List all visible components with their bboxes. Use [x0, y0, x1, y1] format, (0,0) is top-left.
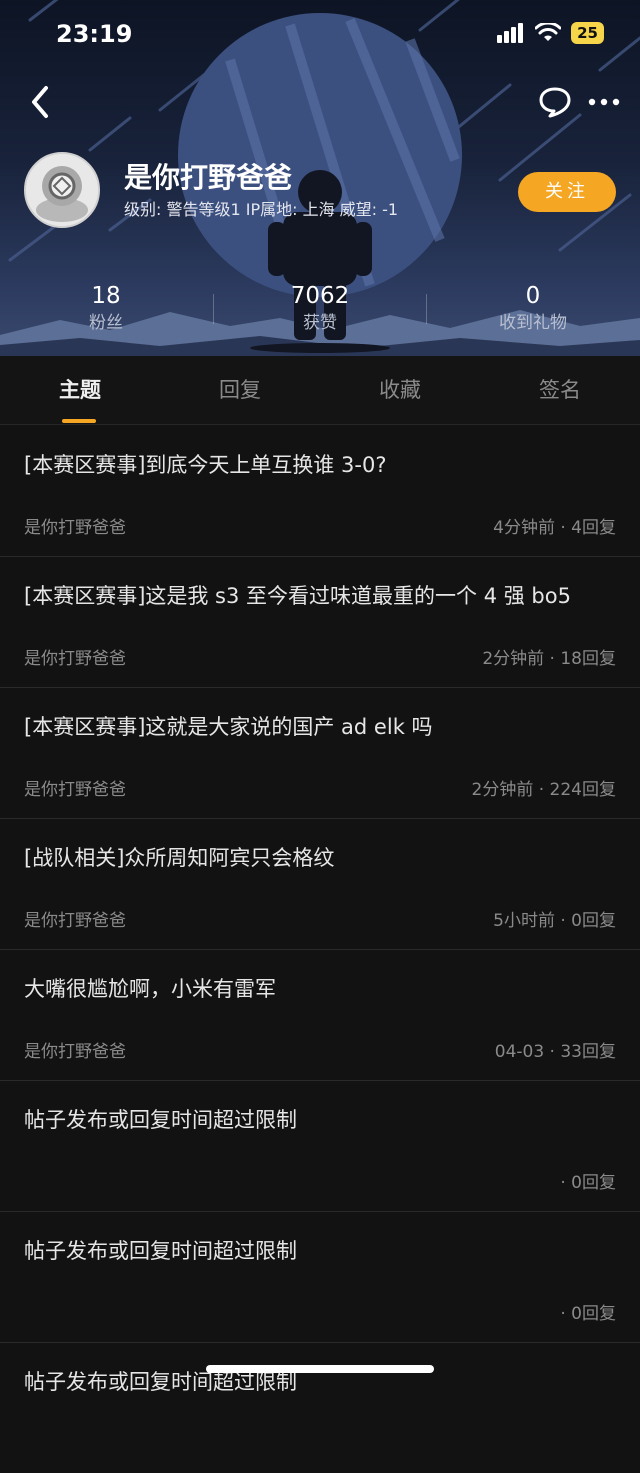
back-icon[interactable]: [24, 82, 64, 122]
post-author: 是你打野爸爸: [24, 780, 126, 800]
post-author: 是你打野爸爸: [24, 518, 126, 538]
status-bar: 23:19 25: [0, 0, 640, 70]
status-icons: 25: [497, 22, 604, 44]
signal-icon: [497, 23, 524, 43]
tab-signature[interactable]: 签名: [480, 356, 640, 424]
post-meta: 5小时前 · 0回复: [493, 911, 616, 931]
post-title: 帖子发布或回复时间超过限制: [24, 1108, 297, 1132]
follow-button[interactable]: 关注: [518, 172, 616, 212]
stat-value: 18: [91, 283, 121, 309]
stat-label: 收到礼物: [499, 313, 567, 333]
status-time: 23:19: [56, 20, 133, 48]
post-meta: 04-03 · 33回复: [494, 1042, 616, 1062]
post-title: [战队相关]众所周知阿宾只会格纹: [24, 846, 335, 870]
stat-divider: [426, 294, 427, 324]
more-options-icon[interactable]: [584, 84, 624, 120]
post-title: [本赛区赛事]到底今天上单互换谁 3-0?: [24, 453, 387, 477]
tab-topics[interactable]: 主题: [0, 356, 160, 424]
list-item[interactable]: [本赛区赛事]这就是大家说的国产 ad elk 吗 是你打野爸爸 2分钟前 · …: [0, 687, 640, 819]
post-title: 帖子发布或回复时间超过限制: [24, 1239, 297, 1263]
post-meta: 2分钟前 · 224回复: [471, 780, 616, 800]
post-author: 是你打野爸爸: [24, 649, 126, 669]
home-indicator[interactable]: [206, 1365, 434, 1373]
stat-value: 7062: [290, 283, 350, 309]
stat-value: 0: [525, 283, 541, 309]
list-item[interactable]: [本赛区赛事]到底今天上单互换谁 3-0? 是你打野爸爸 4分钟前 · 4回复: [0, 425, 640, 557]
post-meta: · 0回复: [560, 1304, 616, 1324]
battery-indicator: 25: [571, 22, 604, 44]
list-item[interactable]: [本赛区赛事]这是我 s3 至今看过味道最重的一个 4 强 bo5 是你打野爸爸…: [0, 556, 640, 688]
list-item[interactable]: [战队相关]众所周知阿宾只会格纹 是你打野爸爸 5小时前 · 0回复: [0, 818, 640, 950]
list-item[interactable]: 帖子发布或回复时间超过限制 · 0回复: [0, 1080, 640, 1212]
tab-replies[interactable]: 回复: [160, 356, 320, 424]
diving-helmet-icon: [26, 154, 98, 226]
post-meta: 2分钟前 · 18回复: [482, 649, 616, 669]
stat-gifts[interactable]: 0 收到礼物: [463, 282, 603, 336]
post-title: 大嘴很尴尬啊，小米有雷军: [24, 977, 276, 1001]
stat-divider: [213, 294, 214, 324]
username: 是你打野爸爸: [124, 161, 293, 194]
post-author: 是你打野爸爸: [24, 911, 126, 931]
tab-favorites[interactable]: 收藏: [320, 356, 480, 424]
post-author: 是你打野爸爸: [24, 1042, 126, 1062]
stat-label: 粉丝: [89, 313, 123, 333]
avatar[interactable]: [24, 152, 100, 228]
user-info-line: 级别: 警告等级1 IP属地: 上海 威望: -1: [124, 200, 399, 219]
post-meta: 4分钟前 · 4回复: [493, 518, 616, 538]
stat-likes[interactable]: 7062 获赞: [250, 282, 390, 336]
stat-label: 获赞: [303, 313, 337, 333]
stat-fans[interactable]: 18 粉丝: [36, 282, 176, 336]
post-meta: · 0回复: [560, 1173, 616, 1193]
content-tabs: 主题 回复 收藏 签名: [0, 356, 640, 425]
chat-bubble-icon[interactable]: [536, 84, 574, 120]
list-item[interactable]: 帖子发布或回复时间超过限制: [0, 1342, 640, 1473]
list-item[interactable]: 帖子发布或回复时间超过限制 · 0回复: [0, 1211, 640, 1343]
profile-header: 23:19 25 是你打野爸爸 级别: 警告等级1 IP属地: 上海 威望: -…: [0, 0, 640, 356]
active-tab-indicator: [62, 419, 96, 423]
list-item[interactable]: 大嘴很尴尬啊，小米有雷军 是你打野爸爸 04-03 · 33回复: [0, 949, 640, 1081]
post-title: [本赛区赛事]这是我 s3 至今看过味道最重的一个 4 强 bo5: [24, 584, 571, 608]
wifi-icon: [535, 23, 562, 41]
post-title: [本赛区赛事]这就是大家说的国产 ad elk 吗: [24, 715, 433, 739]
